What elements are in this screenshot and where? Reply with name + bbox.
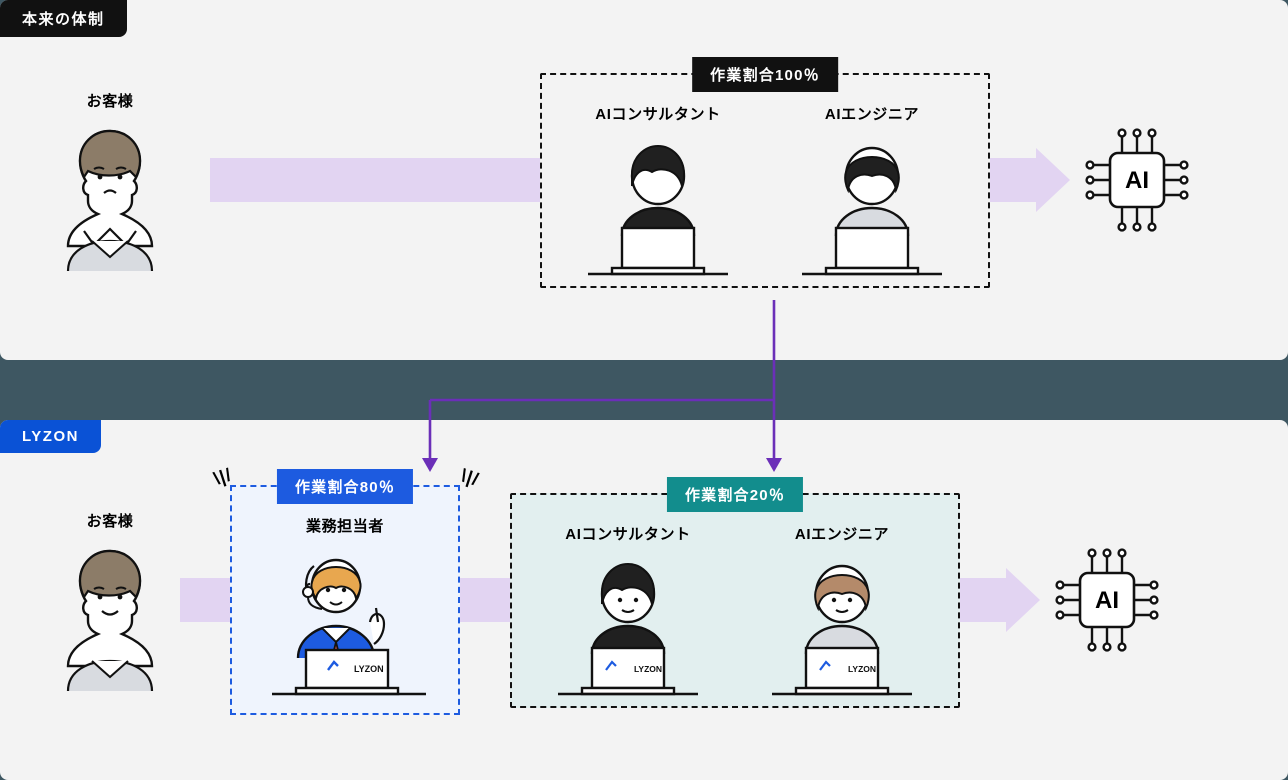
- top-ai-chip: AI: [1082, 125, 1192, 235]
- arrow-head-icon: [1006, 568, 1040, 632]
- operator-box: \ | / \ | / 作業割合80％ 業務担当者: [230, 485, 460, 715]
- customer-icon: [50, 121, 170, 271]
- top-consultant-label: AIコンサルタント: [595, 103, 720, 124]
- svg-text:LYZON: LYZON: [848, 664, 876, 674]
- svg-text:LYZON: LYZON: [354, 664, 384, 674]
- flow-arrow-band: [990, 158, 1036, 202]
- consultant2-icon: LYZON: [548, 556, 708, 696]
- operator-icon: LYZON: [258, 548, 438, 698]
- spark-icon: \ | /: [211, 465, 232, 490]
- flow-arrow-band: [180, 578, 230, 622]
- spark-icon: \ | /: [458, 465, 479, 490]
- top-customer-label: お客様: [87, 90, 134, 111]
- bottom-panel: LYZON お客様 \ | / \ | / 作業割合80％ 業務担当者: [0, 420, 1288, 780]
- svg-text:AI: AI: [1095, 587, 1119, 614]
- bottom-engineer-label: AIエンジニア: [795, 523, 889, 544]
- bottom-engineer: AIエンジニア LYZON: [752, 523, 932, 696]
- top-consultant: AIコンサルタント: [568, 103, 748, 276]
- top-engineer-label: AIエンジニア: [825, 103, 919, 124]
- bottom-ai-chip: AI: [1052, 545, 1162, 655]
- arrow-head-icon: [1036, 148, 1070, 212]
- top-panel: 本来の体制 お客様 作業割合100％: [0, 0, 1288, 360]
- bottom-customer-label: お客様: [87, 510, 134, 531]
- svg-text:AI: AI: [1125, 167, 1149, 194]
- operator-label: 業務担当者: [258, 515, 432, 536]
- engineer2-icon: LYZON: [762, 556, 922, 696]
- engineer-icon: [792, 136, 952, 276]
- operator-box-badge: 作業割合80％: [277, 469, 413, 504]
- top-box-badge: 作業割合100％: [692, 57, 838, 92]
- bottom-customer: お客様: [40, 510, 180, 691]
- top-work-box: 作業割合100％ AIコンサルタント AIエンジニア: [540, 73, 990, 288]
- bottom-work-box: 作業割合20％ AIコンサルタント LYZON: [510, 493, 960, 708]
- flow-arrow-band: [960, 578, 1006, 622]
- customer-happy-icon: [50, 541, 170, 691]
- top-engineer: AIエンジニア: [782, 103, 962, 276]
- bottom-box-badge: 作業割合20％: [667, 477, 803, 512]
- bottom-consultant: AIコンサルタント LYZON: [538, 523, 718, 696]
- top-customer: お客様: [40, 90, 180, 271]
- consultant-icon: [578, 136, 738, 276]
- flow-arrow-band: [460, 578, 510, 622]
- flow-arrow-band: [210, 158, 540, 202]
- bottom-consultant-label: AIコンサルタント: [565, 523, 690, 544]
- ai-chip-icon: AI: [1082, 125, 1192, 235]
- ai-chip-icon: AI: [1052, 545, 1162, 655]
- svg-text:LYZON: LYZON: [634, 664, 662, 674]
